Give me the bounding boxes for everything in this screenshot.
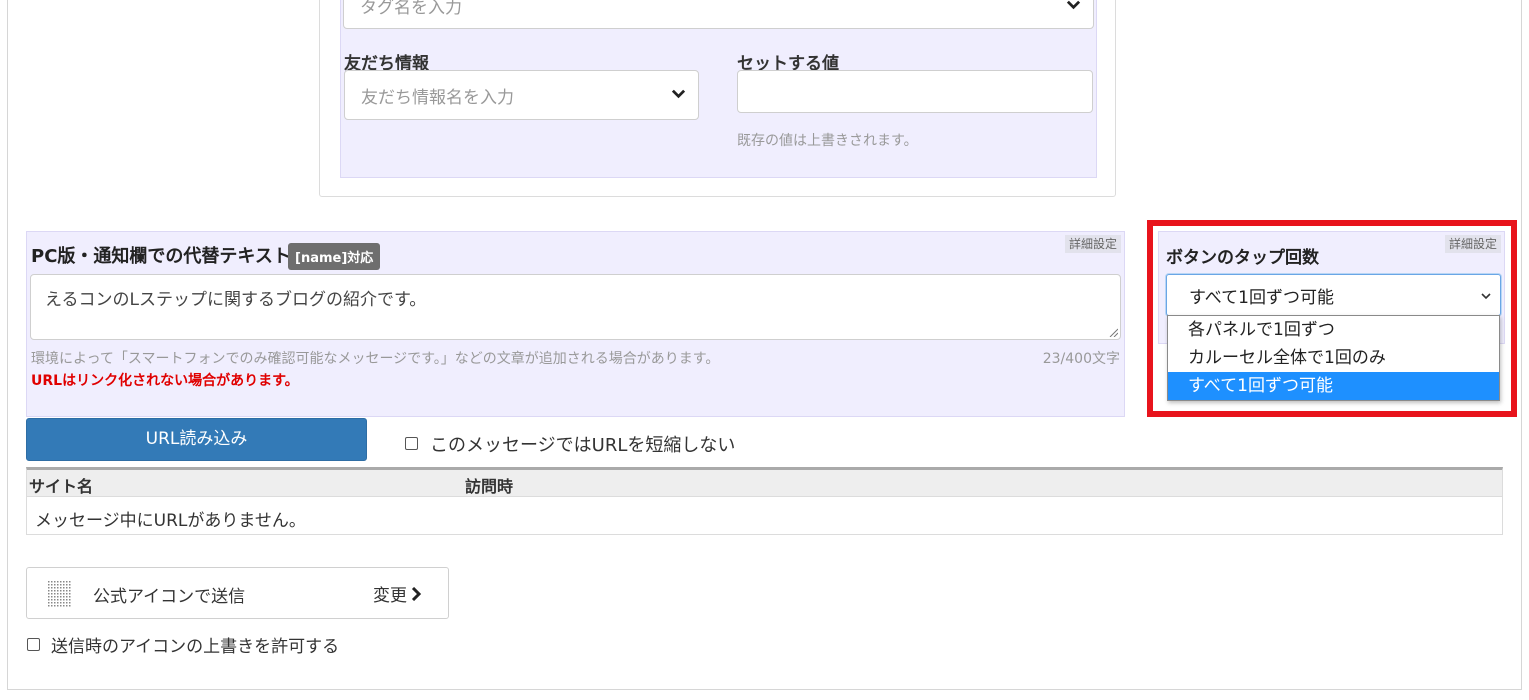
action-card: タグ名を入力 友だち情報 友だち情報名を入力 セットする値 既存の値は上書きされ… xyxy=(319,0,1116,197)
change-icon-link[interactable]: 変更 xyxy=(373,581,422,606)
chevron-down-icon xyxy=(1066,0,1081,9)
allow-icon-override-checkbox[interactable] xyxy=(27,638,40,651)
url-table: サイト名 訪問時 メッセージ中にURLがありません。 xyxy=(26,467,1503,535)
name-support-badge: [name]対応 xyxy=(288,243,381,270)
column-site-name: サイト名 xyxy=(29,477,94,496)
friend-info-select[interactable]: 友だち情報名を入力 xyxy=(344,70,699,120)
no-shorten-url-checkbox[interactable] xyxy=(405,437,418,450)
url-table-empty-message: メッセージ中にURLがありません。 xyxy=(35,511,306,531)
highlight-frame xyxy=(1147,220,1517,417)
detail-settings-tag[interactable]: 詳細設定 xyxy=(1064,235,1121,253)
alt-text-title: PC版・通知欄での代替テキスト xyxy=(31,246,291,267)
tag-select[interactable]: タグ名を入力 xyxy=(343,0,1094,29)
chevron-down-icon xyxy=(671,89,686,99)
sender-icon-label: 公式アイコンで送信 xyxy=(93,587,246,607)
alt-text-panel: 詳細設定 PC版・通知欄での代替テキスト [name]対応 えるコンのLステップ… xyxy=(26,231,1125,417)
set-value-input[interactable] xyxy=(737,70,1093,113)
set-value-hint: 既存の値は上書きされます。 xyxy=(737,133,918,149)
alt-text-warning: URLはリンク化されない場合があります。 xyxy=(31,373,299,389)
alt-text-note: 環境によって「スマートフォンでのみ確認可能なメッセージです。」などの文章が追加さ… xyxy=(31,351,720,367)
url-load-button[interactable]: URL読み込み xyxy=(26,418,367,461)
sender-icon-card: 公式アイコンで送信 変更 xyxy=(26,567,449,619)
allow-icon-override-label: 送信時のアイコンの上書きを許可する xyxy=(51,637,340,657)
friend-info-placeholder: 友だち情報名を入力 xyxy=(361,87,514,108)
chevron-right-icon xyxy=(411,586,422,601)
grid-dots-icon xyxy=(48,581,72,607)
alt-text-value: えるコンのLステップに関するブログの紹介です。 xyxy=(45,290,427,310)
no-shorten-url-label: このメッセージではURLを短縮しない xyxy=(430,435,736,456)
column-visited: 訪問時 xyxy=(465,477,514,496)
change-link-label: 変更 xyxy=(373,586,407,606)
alt-text-textarea[interactable]: えるコンのLステップに関するブログの紹介です。 xyxy=(30,274,1121,340)
url-table-header: サイト名 訪問時 xyxy=(27,470,1502,497)
resize-grip-icon[interactable] xyxy=(1108,327,1118,337)
alt-text-char-count: 23/400文字 xyxy=(1042,351,1120,367)
tag-select-placeholder: タグ名を入力 xyxy=(360,0,462,18)
action-settings-panel: タグ名を入力 友だち情報 友だち情報名を入力 セットする値 既存の値は上書きされ… xyxy=(340,0,1097,178)
